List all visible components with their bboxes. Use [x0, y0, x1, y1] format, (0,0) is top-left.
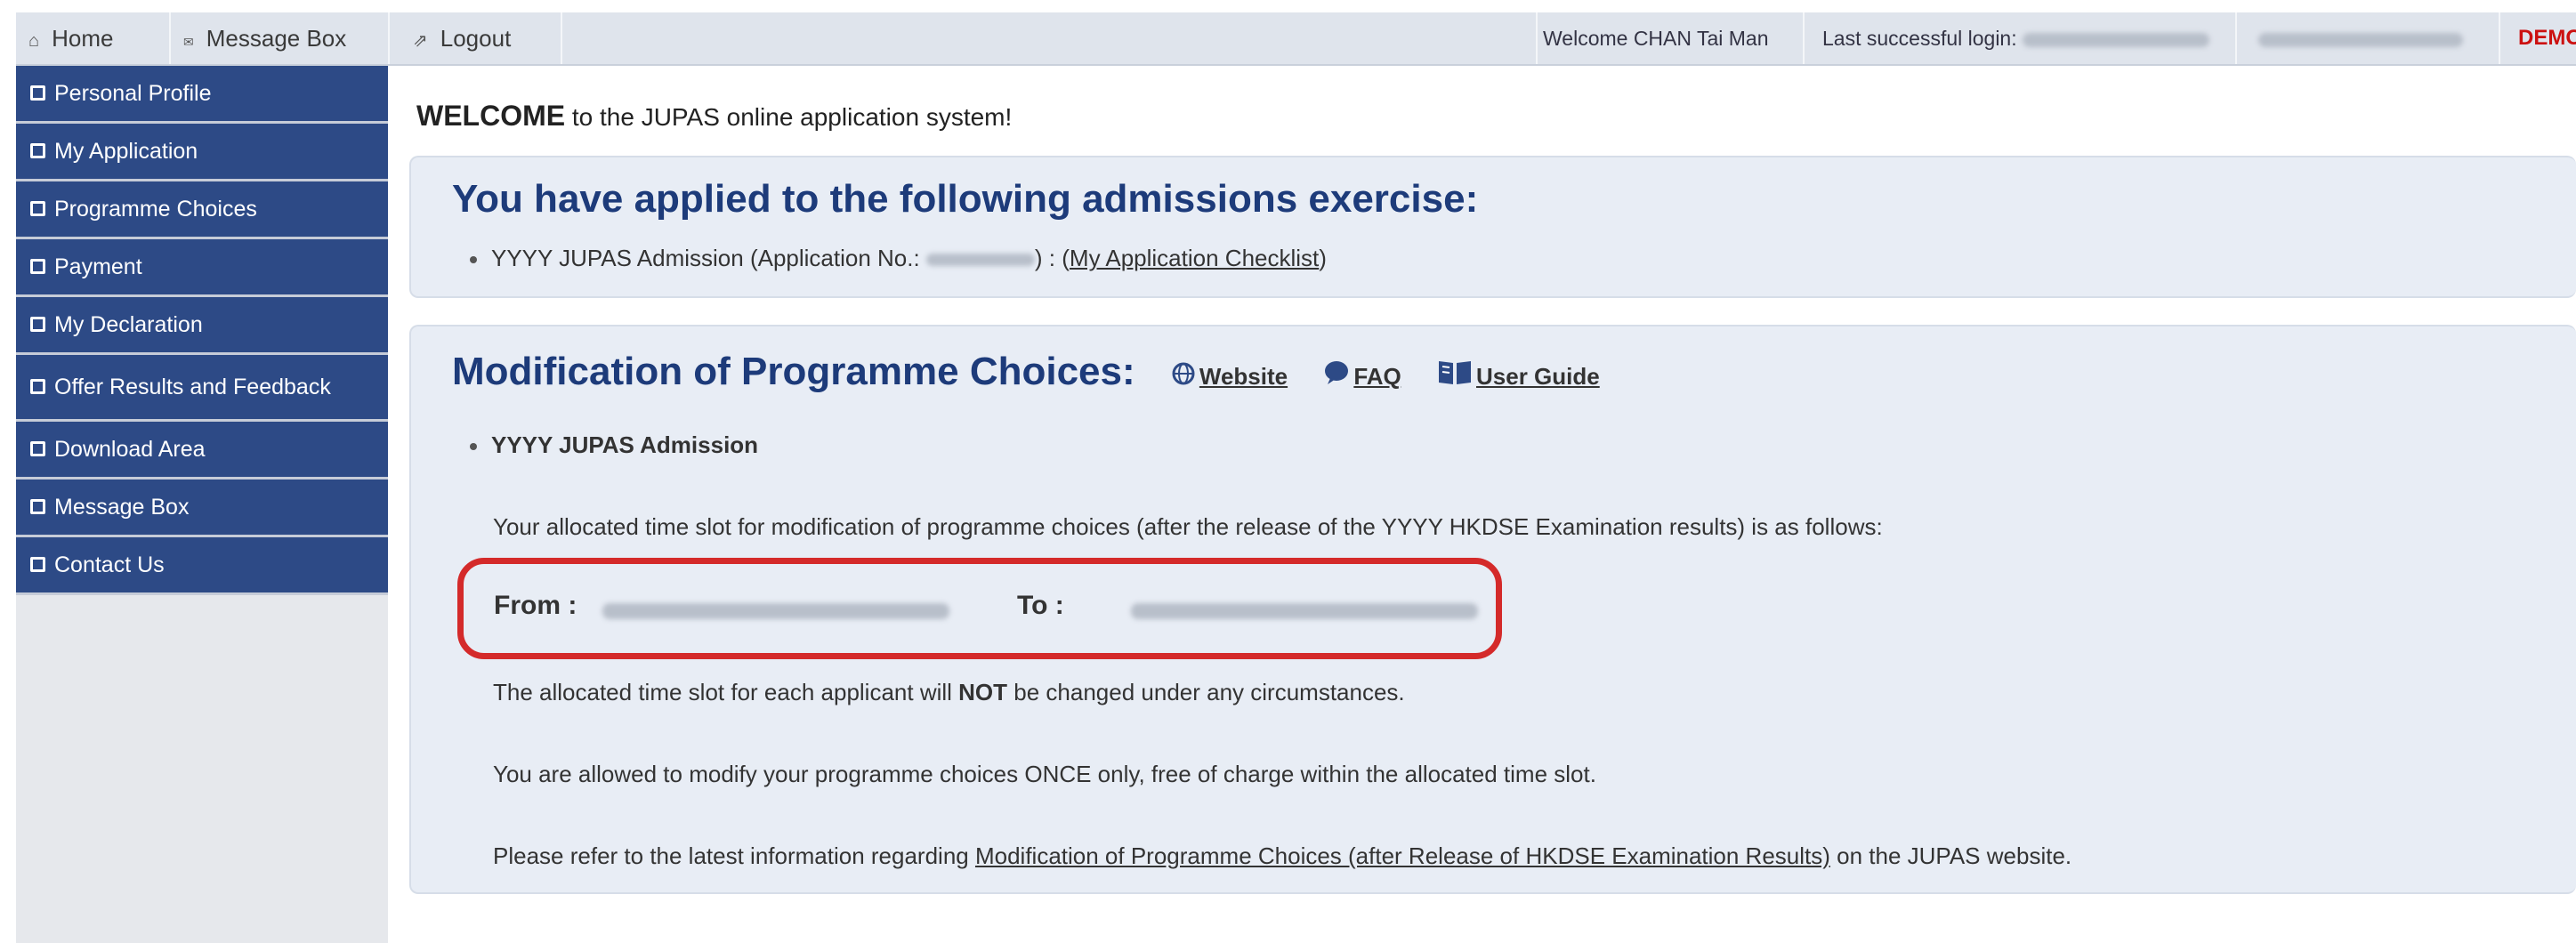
refer-text: Please refer to the latest information r… [493, 842, 2071, 870]
logout-icon: ⇗ [413, 31, 428, 51]
divider [2235, 12, 2237, 64]
bullet-icon [30, 85, 45, 101]
welcome-rest: to the JUPAS online application system! [565, 103, 1013, 131]
sidebar-item-label: Offer Results and Feedback [54, 375, 331, 399]
sidebar-item-label: Programme Choices [54, 197, 257, 222]
bullet-icon [30, 200, 45, 216]
website-link[interactable]: Website [1199, 363, 1288, 390]
sidebar-item-personal-profile[interactable]: Personal Profile [16, 66, 388, 124]
application-checklist-link[interactable]: My Application Checklist [1070, 245, 1319, 271]
sidebar-item-download-area[interactable]: Download Area [16, 422, 388, 480]
divider [561, 12, 562, 64]
not-changed-text: The allocated time slot for each applica… [493, 679, 1405, 706]
applied-heading: You have applied to the following admiss… [452, 177, 1479, 221]
bullet-icon [30, 258, 45, 274]
sidebar-item-programme-choices[interactable]: Programme Choices [16, 181, 388, 239]
globe-icon [1171, 351, 1196, 396]
top-bar: ⌂ Home ✉ Message Box ⇗ Logout Welcome CHAN … [16, 12, 2576, 66]
last-login-time-redacted [2258, 32, 2463, 47]
modification-panel: Modification of Programme Choices: Websi… [409, 325, 2576, 894]
welcome-message: WELCOME to the JUPAS online application … [416, 100, 1012, 133]
bullet-icon [470, 443, 477, 451]
welcome-user: Welcome CHAN Tai Man [1543, 27, 1769, 50]
bullet-icon [30, 142, 45, 158]
divider [1536, 12, 1538, 64]
application-number-redacted [925, 254, 1035, 267]
sidebar-item-label: Contact Us [54, 552, 165, 577]
sidebar-item-offer-results[interactable]: Offer Results and Feedback [16, 355, 388, 422]
sidebar-item-contact-us[interactable]: Contact Us [16, 537, 388, 595]
message-box-icon: ✉ [183, 35, 194, 49]
not-changed-suffix: be changed under any circumstances. [1007, 679, 1405, 705]
admission-item-label: YYYY JUPAS Admission [491, 431, 759, 458]
divider [169, 12, 171, 64]
sidebar-item-my-application[interactable]: My Application [16, 124, 388, 181]
not-changed-prefix: The allocated time slot for each applica… [493, 679, 959, 705]
sidebar-item-label: Message Box [54, 495, 190, 520]
sidebar-item-my-declaration[interactable]: My Declaration [16, 297, 388, 355]
bullet-icon [30, 556, 45, 572]
to-datetime-redacted [1131, 603, 1478, 619]
logout-link[interactable]: ⇗ Logout [413, 12, 511, 64]
faq-link[interactable]: FAQ [1353, 363, 1401, 390]
modification-heading-row: Modification of Programme Choices: Websi… [452, 350, 1600, 396]
modification-info-link[interactable]: Modification of Programme Choices (after… [975, 842, 1830, 869]
last-login-label: Last successful login: [1822, 27, 2017, 50]
bullet-icon [470, 256, 477, 264]
home-icon: ⌂ [28, 31, 40, 51]
message-box-link[interactable]: ✉ Message Box [183, 12, 346, 64]
book-icon [1437, 351, 1473, 396]
logout-label: Logout [440, 25, 512, 52]
refer-suffix: on the JUPAS website. [1829, 842, 2072, 869]
sidebar-item-label: Personal Profile [54, 81, 212, 106]
modification-heading: Modification of Programme Choices: [452, 350, 1135, 393]
sidebar-item-label: My Declaration [54, 312, 203, 337]
sidebar: Personal Profile My Application Programm… [16, 66, 388, 943]
application-item-text: YYYY JUPAS Admission (Application No.: [491, 245, 926, 271]
last-login-time [2258, 12, 2463, 64]
admission-item: YYYY JUPAS Admission [470, 431, 758, 459]
welcome-bold: WELCOME [416, 100, 566, 132]
applied-exercise-panel: You have applied to the following admiss… [409, 156, 2576, 298]
bullet-icon [30, 440, 45, 456]
message-box-label: Message Box [206, 25, 347, 52]
bullet-icon [30, 378, 45, 394]
from-datetime-redacted [602, 603, 949, 619]
application-item: YYYY JUPAS Admission (Application No.: )… [470, 245, 1327, 272]
home-label: Home [52, 25, 114, 52]
bullet-icon [30, 498, 45, 514]
last-login-date-redacted [2023, 32, 2210, 47]
not-changed-bold: NOT [958, 679, 1008, 705]
time-slot-highlight: From : To : [457, 558, 1502, 659]
sidebar-item-label: Download Area [54, 437, 206, 462]
sidebar-item-payment[interactable]: Payment [16, 239, 388, 297]
bullet-icon [30, 316, 45, 332]
application-item-suffix: ) [1319, 245, 1327, 271]
slot-intro-text: Your allocated time slot for modificatio… [493, 513, 1883, 540]
divider [2499, 12, 2500, 64]
divider [1803, 12, 1805, 64]
home-link[interactable]: ⌂ Home [28, 12, 113, 64]
application-item-mid: ) : ( [1034, 245, 1070, 271]
last-login: Last successful login: [1822, 12, 2210, 64]
sidebar-item-message-box[interactable]: Message Box [16, 480, 388, 537]
demo-badge: DEMO [2518, 26, 2576, 50]
sidebar-item-label: Payment [54, 254, 142, 279]
to-label: To : [1017, 591, 1064, 620]
from-label: From : [494, 591, 577, 620]
divider [388, 12, 390, 64]
sidebar-item-label: My Application [54, 139, 198, 164]
once-only-text: You are allowed to modify your programme… [493, 761, 1596, 787]
refer-prefix: Please refer to the latest information r… [493, 842, 975, 869]
user-guide-link[interactable]: User Guide [1476, 363, 1600, 390]
faq-bubble-icon [1323, 351, 1350, 396]
